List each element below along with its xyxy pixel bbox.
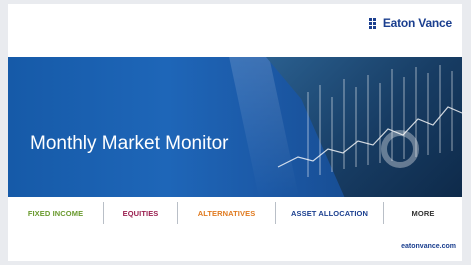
website-link[interactable]: eatonvance.com [401, 243, 456, 250]
nav-equities-label: EQUITIES [122, 208, 159, 218]
chart-graphic [277, 65, 462, 177]
nav-alternatives-label: ALTERNATIVES [197, 208, 256, 218]
brand-name: Eaton Vance [382, 16, 452, 30]
nav-asset-allocation-label: ASSET ALLOCATION [290, 208, 368, 218]
category-nav: FIXED INCOME EQUITIES ALTERNATIVES ASSET… [8, 202, 462, 224]
nav-asset-allocation[interactable]: ASSET ALLOCATION [276, 202, 384, 224]
nav-fixed-income[interactable]: FIXED INCOME [8, 202, 104, 224]
nav-alternatives[interactable]: ALTERNATIVES [178, 202, 276, 224]
nav-more[interactable]: MORE [384, 202, 462, 224]
grid-logo-icon [368, 18, 379, 29]
page-title: Monthly Market Monitor [30, 133, 229, 154]
brand-logo[interactable]: Eaton Vance [368, 16, 452, 30]
hero-banner [8, 57, 462, 197]
nav-more-label: MORE [411, 208, 435, 218]
nav-fixed-income-label: FIXED INCOME [27, 208, 84, 218]
report-cover: Eaton Vance Monthly Market Monitor FIXED… [8, 4, 462, 261]
nav-equities[interactable]: EQUITIES [104, 202, 178, 224]
